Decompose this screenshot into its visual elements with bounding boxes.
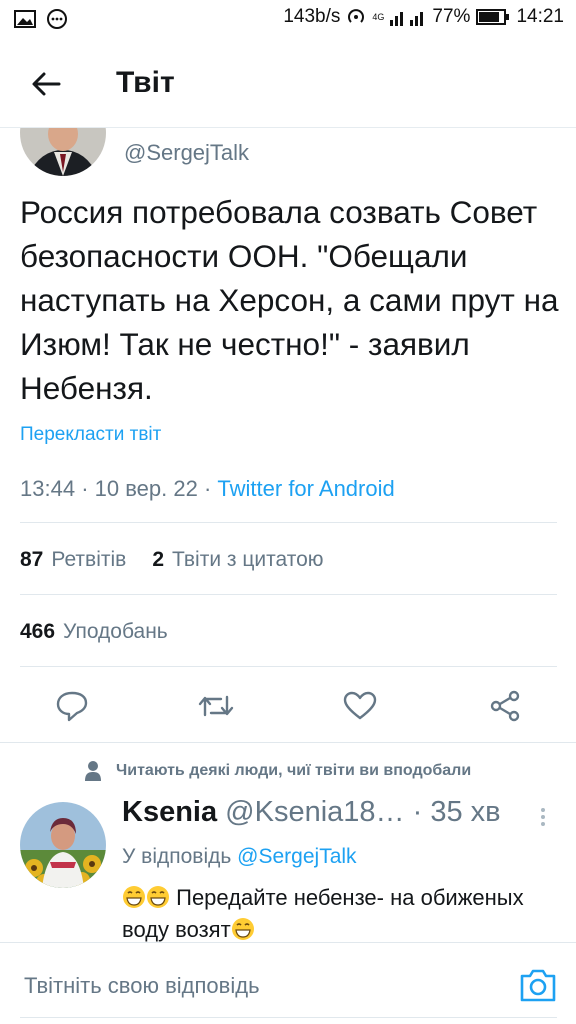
reply-text-body: Передайте небензе- на обиженых воду возя… xyxy=(122,885,524,942)
divider xyxy=(20,666,557,667)
likes-label[interactable]: Уподобань xyxy=(63,620,168,644)
hotspot-icon xyxy=(348,9,365,23)
like-button[interactable] xyxy=(340,686,380,726)
net-speed: 143b/s xyxy=(283,6,341,27)
divider xyxy=(20,594,557,595)
status-bar: 143b/s 4G 77% 14:21 xyxy=(0,0,576,40)
grinning-emoji-icon xyxy=(123,886,145,908)
quotes-label[interactable]: Твіти з цитатою xyxy=(172,548,324,572)
share-icon xyxy=(490,690,520,722)
back-arrow-icon xyxy=(32,72,61,96)
social-context-text: Читають деякі люди, чиї твіти ви вподоба… xyxy=(116,762,472,779)
social-context: Читають деякі люди, чиї твіти ви вподоба… xyxy=(84,760,471,782)
retweet-stats: 87 Ретвітів 2 Твіти з цитатою xyxy=(20,548,324,572)
retweets-label[interactable]: Ретвітів xyxy=(51,548,126,572)
grinning-emoji-icon xyxy=(147,886,169,908)
in-reply-handle[interactable]: @SergejTalk xyxy=(237,845,356,868)
app-header: Твіт xyxy=(0,40,576,128)
share-button[interactable] xyxy=(485,686,525,726)
gallery-icon xyxy=(14,10,36,28)
like-icon xyxy=(343,691,377,720)
chat-icon xyxy=(47,9,67,29)
author-handle[interactable]: @SergejTalk xyxy=(124,140,249,166)
divider xyxy=(0,742,576,743)
tweet-date: 10 вер. 22 xyxy=(94,476,198,501)
in-reply-to: У відповідь @SergejTalk xyxy=(122,845,357,869)
divider xyxy=(20,1017,557,1018)
person-icon xyxy=(85,761,101,781)
reply-author-name[interactable]: Ksenia xyxy=(122,796,217,828)
retweet-button[interactable] xyxy=(196,686,236,726)
page-title: Твіт xyxy=(116,66,175,99)
reply-text: Передайте небензе- на обиженых воду возя… xyxy=(122,882,542,946)
signal-icon xyxy=(390,12,424,26)
reply-button[interactable] xyxy=(52,686,92,726)
reply-avatar[interactable] xyxy=(20,802,106,888)
retweets-count: 87 xyxy=(20,548,44,571)
likes-stats: 466 Уподобань xyxy=(20,620,168,644)
reply-input[interactable]: Твітніть свою відповідь xyxy=(24,973,260,999)
reply-header: Ksenia @Ksenia18… · 35 хв xyxy=(122,796,501,828)
camera-icon[interactable] xyxy=(519,967,557,1003)
network-type: 4G xyxy=(372,12,385,22)
tweet-text: Россия потребовала созвать Совет безопас… xyxy=(20,194,559,406)
battery-percent: 77% xyxy=(432,6,471,27)
retweet-icon xyxy=(198,695,234,717)
reply-compose-bar: Твітніть свою відповідь xyxy=(0,942,576,1024)
in-reply-prefix: У відповідь xyxy=(122,845,232,868)
likes-count: 466 xyxy=(20,620,56,643)
author-avatar[interactable] xyxy=(20,128,106,176)
divider xyxy=(20,522,557,523)
back-button[interactable] xyxy=(22,62,70,106)
clock: 14:21 xyxy=(516,6,564,27)
reply-author-handle[interactable]: @Ksenia18… xyxy=(225,796,404,828)
quotes-count: 2 xyxy=(152,548,164,571)
translate-link[interactable]: Перекласти твіт xyxy=(20,424,161,446)
tweet-meta: 13:44 · 10 вер. 22 · Twitter for Android xyxy=(20,476,395,501)
battery-icon xyxy=(476,9,510,25)
reply-icon xyxy=(56,691,88,722)
tweet-source[interactable]: Twitter for Android xyxy=(217,476,394,501)
tweet-actions xyxy=(0,678,576,732)
grinning-emoji-icon xyxy=(231,918,254,940)
more-options-icon[interactable] xyxy=(537,806,549,828)
reply-time: 35 хв xyxy=(430,796,501,828)
tweet-time: 13:44 xyxy=(20,476,76,501)
